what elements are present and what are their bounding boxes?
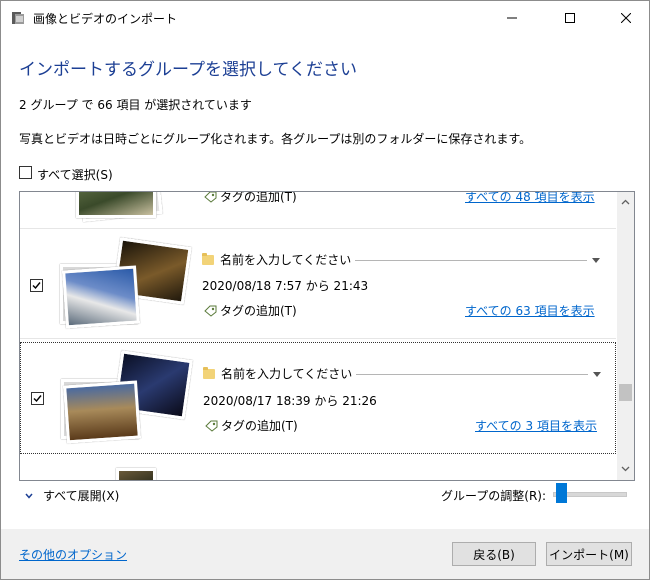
selection-summary: 2 グループ で 66 項目 が選択されています: [19, 98, 252, 112]
group-item-focused[interactable]: 名前を入力してください 2020/08/17 18:39 から 21:26 タグ…: [20, 342, 616, 454]
group-thumbnail: [76, 192, 156, 218]
group-divider: [20, 338, 616, 339]
tag-icon: [204, 305, 217, 317]
photo-import-icon: [12, 12, 24, 24]
scroll-down-icon[interactable]: [621, 464, 630, 473]
scroll-up-icon[interactable]: [621, 198, 630, 207]
title-bar: 画像とビデオのインポート: [1, 1, 649, 35]
group-list-scrollbar[interactable]: [617, 192, 634, 480]
import-dialog: 画像とビデオのインポート インポートするグループを選択してください 2 グループ…: [0, 0, 650, 580]
show-all-items-link[interactable]: すべての 63 項目を表示: [465, 302, 595, 319]
scrollbar-thumb[interactable]: [619, 384, 632, 401]
grouping-description: 写真とビデオは日時ごとにグループ化されます。各グループは別のフォルダーに保存され…: [19, 132, 532, 146]
group-thumbnail: [62, 265, 140, 329]
window-title: 画像とビデオのインポート: [33, 12, 178, 26]
expand-all-label: すべて展開(X): [43, 489, 120, 503]
folder-icon: [202, 253, 214, 265]
group-item[interactable]: 名前を入力してください 2020/08/18 7:57 から 21:43 タグの…: [20, 232, 616, 332]
group-adjust-slider-thumb[interactable]: [556, 483, 567, 503]
group-date-range: 2020/08/18 7:57 から 21:43: [202, 279, 369, 293]
add-tag-link[interactable]: タグの追加(T): [220, 302, 297, 319]
chevron-down-icon: [25, 493, 33, 499]
group-divider: [20, 228, 616, 229]
maximize-button[interactable]: [547, 1, 593, 35]
group-thumbnail: [63, 380, 141, 444]
folder-icon: [203, 367, 215, 379]
group-name-input[interactable]: 名前を入力してください: [220, 251, 351, 268]
group-date-range: 2020/08/17 18:39 から 21:26: [203, 394, 377, 408]
show-all-items-link[interactable]: すべての 48 項目を表示: [465, 192, 595, 205]
show-all-items-link[interactable]: すべての 3 項目を表示: [475, 417, 597, 434]
add-tag-link[interactable]: タグの追加(T): [220, 192, 297, 205]
close-button[interactable]: [603, 1, 649, 35]
checkmark-icon: [33, 395, 42, 403]
group-adjust-label: グループの調整(R):: [441, 489, 547, 503]
chevron-down-icon[interactable]: [593, 372, 601, 377]
minimize-button[interactable]: [489, 1, 535, 35]
group-thumbnail-partial: [116, 468, 156, 480]
tag-icon: [205, 420, 218, 432]
group-name-input[interactable]: 名前を入力してください: [221, 365, 352, 382]
import-button[interactable]: インポート(M): [546, 542, 632, 566]
group-checkbox[interactable]: [30, 279, 43, 292]
select-all-checkbox[interactable]: [19, 166, 32, 179]
group-checkbox[interactable]: [31, 392, 44, 405]
maximize-icon: [565, 13, 575, 23]
page-title: インポートするグループを選択してください: [19, 60, 357, 80]
group-name-underline: [355, 260, 587, 261]
expand-all-toggle[interactable]: すべて展開(X): [25, 487, 119, 504]
checkmark-icon: [32, 282, 41, 290]
tag-icon: [204, 192, 217, 203]
add-tag-link[interactable]: タグの追加(T): [221, 417, 298, 434]
group-list[interactable]: タグの追加(T) すべての 48 項目を表示 名前を入力してください 2020/…: [19, 191, 635, 481]
group-name-underline: [356, 374, 588, 375]
close-icon: [621, 13, 631, 23]
minimize-icon: [507, 17, 517, 19]
chevron-down-icon[interactable]: [592, 258, 600, 263]
more-options-link[interactable]: その他のオプション: [19, 546, 127, 563]
back-button[interactable]: 戻る(B): [452, 542, 536, 566]
group-item-partial[interactable]: タグの追加(T) すべての 48 項目を表示: [20, 192, 616, 223]
select-all-label[interactable]: すべて選択(S): [37, 166, 113, 183]
